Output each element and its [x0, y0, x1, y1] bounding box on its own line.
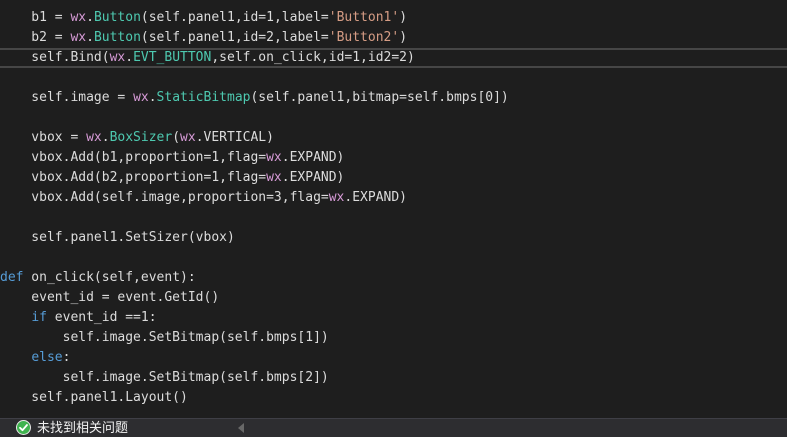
code-token: event_id ==1:: [46, 310, 157, 325]
code-line[interactable]: b1 = wx.Button(self.panel1,id=1,label='B…: [0, 8, 787, 28]
code-token: .EXPAND): [344, 190, 408, 205]
code-line[interactable]: self.Bind(wx.EVT_BUTTON,self.on_click,id…: [0, 48, 787, 68]
code-token: vbox.Add(b2,proportion=1,flag=: [0, 170, 267, 185]
issues-status-text[interactable]: 未找到相关问题: [37, 419, 128, 437]
code-token: 'Button1': [328, 10, 400, 25]
code-line[interactable]: [0, 108, 787, 128]
code-line[interactable]: if event_id ==1:: [0, 308, 787, 328]
code-token: wx: [70, 10, 87, 25]
code-token: wx: [328, 190, 345, 205]
code-line[interactable]: self.image = wx.StaticBitmap(self.panel1…: [0, 88, 787, 108]
code-line[interactable]: self.image.SetBitmap(self.bmps[2]): [0, 368, 787, 388]
code-token: if: [31, 310, 47, 325]
code-token: vbox =: [0, 130, 87, 145]
code-line[interactable]: self.panel1.SetSizer(vbox): [0, 228, 787, 248]
code-line[interactable]: [0, 208, 787, 228]
code-token: .: [101, 130, 110, 145]
code-token: .VERTICAL): [195, 130, 274, 145]
code-token: :: [62, 350, 71, 365]
code-line[interactable]: [0, 248, 787, 268]
code-token: .: [125, 50, 134, 65]
code-line[interactable]: vbox.Add(b1,proportion=1,flag=wx.EXPAND): [0, 148, 787, 168]
code-token: .: [86, 30, 94, 45]
code-token: 'Button2': [328, 30, 400, 45]
code-token: self.image.SetBitmap(self.bmps[2]): [0, 370, 329, 385]
code-token: self.image.SetBitmap(self.bmps[1]): [0, 330, 329, 345]
code-token: BoxSizer: [109, 130, 173, 145]
code-line[interactable]: vbox.Add(b2,proportion=1,flag=wx.EXPAND): [0, 168, 787, 188]
code-token: StaticBitmap: [156, 90, 251, 105]
code-token: ): [399, 10, 408, 25]
code-token: Button: [93, 10, 141, 25]
code-line[interactable]: self.image.SetBitmap(self.bmps[1]): [0, 328, 787, 348]
code-token: vbox.Add(self.image,proportion=3,flag=: [0, 190, 329, 205]
code-line[interactable]: [0, 68, 787, 88]
code-token: b1 =: [0, 10, 71, 25]
code-token: self.panel1.Layout(): [0, 390, 188, 405]
code-line[interactable]: self.panel1.Layout(): [0, 388, 787, 408]
code-token: vbox.Add(b1,proportion=1,flag=: [0, 150, 267, 165]
code-token: wx: [266, 170, 282, 185]
code-token: (self.panel1,bitmap=self.bmps[0]): [250, 90, 509, 105]
code-token: (self.panel1,id=1,label=: [140, 10, 329, 25]
code-token: else: [31, 350, 63, 365]
code-token: wx: [180, 130, 196, 145]
code-token: wx: [266, 150, 282, 165]
code-token: wx: [133, 90, 149, 105]
code-token: on_click(self,event):: [23, 270, 196, 285]
code-line[interactable]: b2 = wx.Button(self.panel1,id=2,label='B…: [0, 28, 787, 48]
code-token: wx: [86, 130, 102, 145]
code-token: event_id = event.GetId(): [0, 290, 220, 305]
code-token: wx: [109, 50, 126, 65]
code-token: .EXPAND): [281, 150, 345, 165]
check-circle-icon[interactable]: [16, 420, 31, 435]
code-line[interactable]: vbox = wx.BoxSizer(wx.VERTICAL): [0, 128, 787, 148]
code-line[interactable]: event_id = event.GetId(): [0, 288, 787, 308]
code-token: self.panel1.SetSizer(vbox): [0, 230, 235, 245]
code-token: Button: [93, 30, 141, 45]
code-token: def: [0, 270, 24, 285]
code-token: wx: [70, 30, 87, 45]
code-token: EVT_BUTTON: [133, 50, 212, 65]
code-token: self.image =: [0, 90, 134, 105]
code-token: (self.panel1,id=2,label=: [140, 30, 329, 45]
status-bar: 未找到相关问题: [0, 418, 787, 437]
code-token: .EXPAND): [281, 170, 345, 185]
code-line[interactable]: def on_click(self,event):: [0, 268, 787, 288]
code-token: ,self.on_click,id=1,id2=2): [211, 50, 415, 65]
code-token: self.Bind(: [0, 50, 110, 65]
code-line[interactable]: vbox.Add(self.image,proportion=3,flag=wx…: [0, 188, 787, 208]
code-line[interactable]: else:: [0, 348, 787, 368]
checkmark-glyph: [19, 424, 28, 432]
code-token: ): [399, 30, 408, 45]
code-token: b2 =: [0, 30, 71, 45]
code-token: (: [172, 130, 181, 145]
code-token: .: [86, 10, 94, 25]
scroll-left-arrow-icon[interactable]: [238, 423, 244, 433]
code-token: .: [148, 90, 157, 105]
code-editor[interactable]: b1 = wx.Button(self.panel1,id=1,label='B…: [0, 0, 787, 418]
